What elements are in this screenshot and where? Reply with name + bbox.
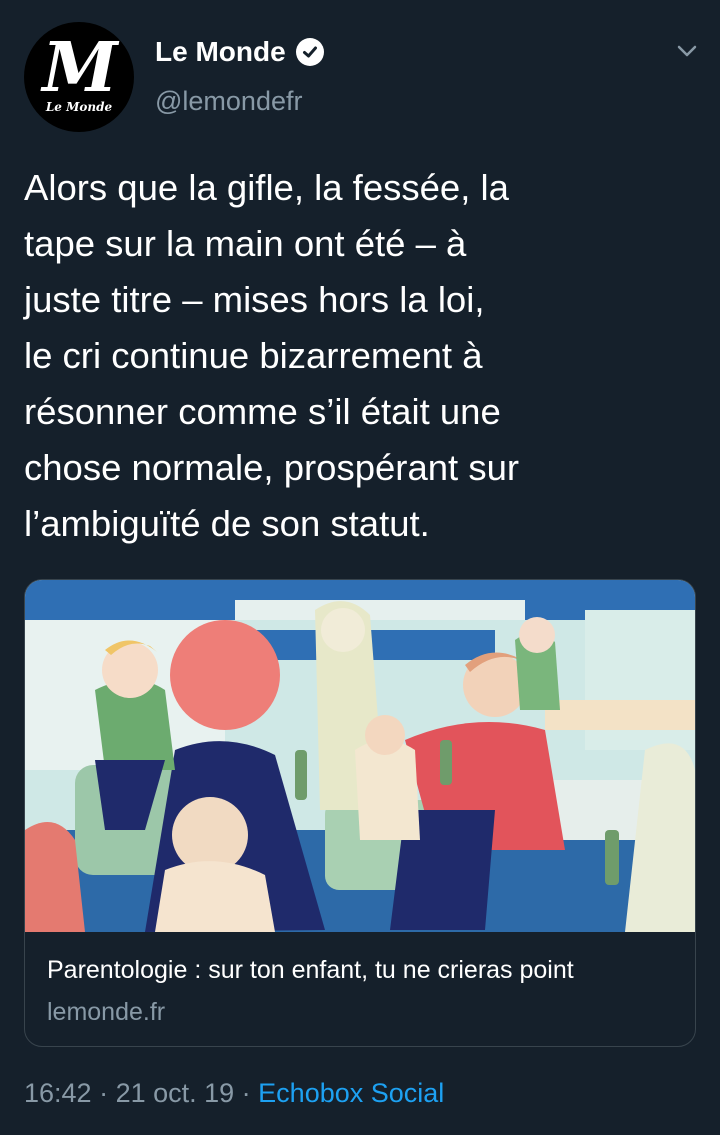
tweet-text-line: l’ambiguïté de son statut. — [24, 503, 430, 544]
tweet-text-line: Alors que la gifle, la fessée, la — [24, 167, 509, 208]
card-title[interactable]: Parentologie : sur ton enfant, tu ne cri… — [47, 956, 574, 985]
tweet-text: Alors que la gifle, la fessée, la tape s… — [24, 160, 684, 552]
tweet-text-line: le cri continue bizarrement à — [24, 335, 483, 376]
card-domain[interactable]: lemonde.fr — [47, 998, 165, 1027]
account-name[interactable]: Le Monde — [155, 36, 286, 68]
tweet-time[interactable]: 16:42 — [24, 1078, 92, 1108]
tweet-meta: 16:42 · 21 oct. 19 · Echobox Social — [24, 1078, 444, 1109]
meta-separator: · — [91, 1078, 116, 1108]
avatar[interactable]: M Le Monde — [24, 22, 134, 132]
avatar-wordmark: Le Monde — [45, 100, 113, 114]
tweet-text-line: tape sur la main ont été – à — [24, 223, 467, 264]
meta-separator: · — [234, 1078, 259, 1108]
account-handle[interactable]: @lemondefr — [155, 86, 302, 117]
verified-badge-icon — [295, 38, 324, 66]
tweet-text-line: juste titre – mises hors la loi, — [24, 279, 485, 320]
tweet-text-line: résonner comme s’il était une — [24, 391, 501, 432]
avatar-logo-letter: M — [42, 28, 117, 108]
tweet-source-link[interactable]: Echobox Social — [258, 1078, 444, 1108]
link-card[interactable]: Parentologie : sur ton enfant, tu ne cri… — [24, 579, 696, 1047]
account-name-row[interactable]: Le Monde — [155, 36, 324, 68]
tweet-text-line: chose normale, prospérant sur — [24, 447, 520, 488]
chevron-down-icon[interactable] — [674, 38, 700, 64]
card-illustration[interactable] — [25, 580, 695, 932]
tweet-date[interactable]: 21 oct. 19 — [116, 1078, 235, 1108]
